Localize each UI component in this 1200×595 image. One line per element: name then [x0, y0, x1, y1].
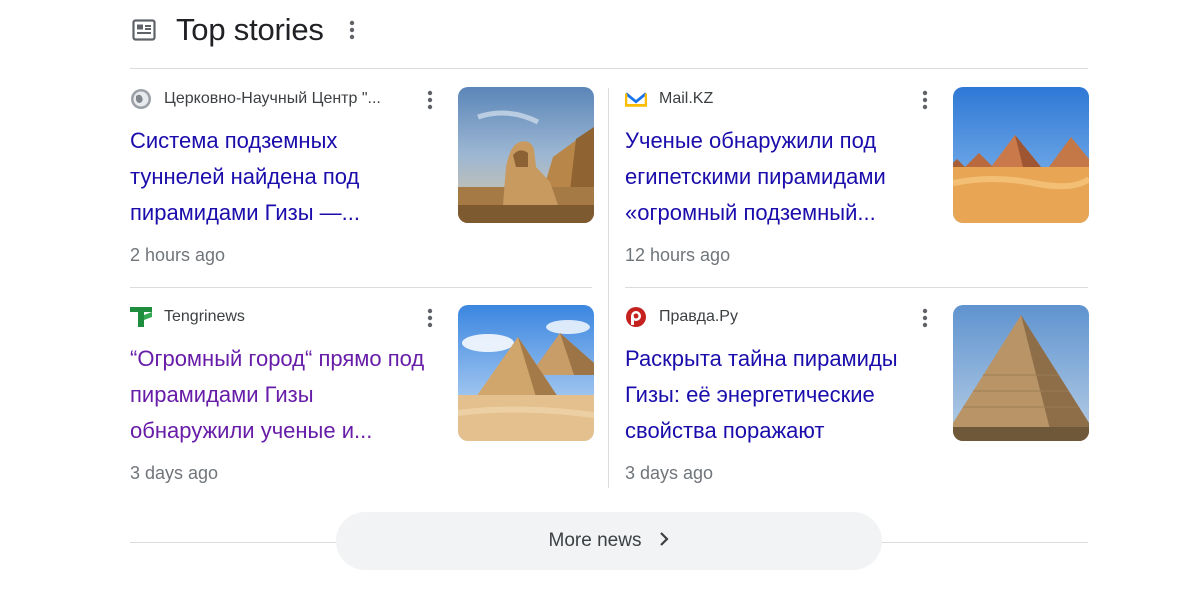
globe-icon — [130, 88, 152, 110]
story-time: 3 days ago — [130, 463, 219, 483]
story-source-row: Mail.KZ — [625, 87, 935, 111]
story-source: Tengrinews — [164, 308, 245, 325]
story-thumbnail[interactable] — [953, 305, 1089, 441]
story-headline[interactable]: Система подземных туннелей найдена под п… — [130, 123, 430, 231]
story-source-row: Церковно-Научный Центр "... — [130, 87, 440, 111]
newspaper-icon — [130, 16, 158, 44]
story-thumbnail[interactable] — [458, 305, 594, 441]
story-source: Mail.KZ — [659, 90, 714, 107]
divider — [130, 287, 592, 288]
story-time: 2 hours ago — [130, 245, 226, 265]
section-menu-icon[interactable] — [344, 19, 360, 41]
story-source-row: Правда.Ру — [625, 305, 935, 329]
story-card[interactable]: Mail.KZ Ученые обнаружили под египетским… — [625, 87, 1089, 287]
story-card[interactable]: Tengrinews “Огромный город“ прямо под пи… — [130, 305, 594, 505]
story-source: Правда.Ру — [659, 308, 738, 325]
divider — [130, 68, 1088, 69]
story-headline[interactable]: “Огромный город“ прямо под пирамидами Ги… — [130, 341, 430, 449]
story-source: Церковно-Научный Центр "... — [164, 90, 381, 107]
tengrinews-logo-icon — [130, 306, 152, 328]
divider — [625, 287, 1088, 288]
story-card[interactable]: Церковно-Научный Центр "... Система подз… — [130, 87, 594, 287]
story-menu-icon[interactable] — [917, 307, 933, 329]
chevron-right-icon — [659, 531, 670, 552]
story-headline[interactable]: Раскрыта тайна пирамиды Гизы: её энергет… — [625, 341, 925, 449]
story-time: 3 days ago — [625, 463, 714, 483]
story-card[interactable]: Правда.Ру Раскрыта тайна пирамиды Гизы: … — [625, 305, 1089, 505]
story-menu-icon[interactable] — [422, 307, 438, 329]
column-divider — [608, 88, 609, 488]
story-menu-icon[interactable] — [422, 89, 438, 111]
more-news-button[interactable]: More news — [336, 512, 882, 570]
story-thumbnail[interactable] — [458, 87, 594, 223]
pravda-logo-icon — [625, 306, 647, 328]
story-source-row: Tengrinews — [130, 305, 440, 329]
story-menu-icon[interactable] — [917, 89, 933, 111]
story-headline[interactable]: Ученые обнаружили под египетскими пирами… — [625, 123, 925, 231]
mail-icon — [625, 88, 647, 110]
top-stories-header: Top stories — [130, 10, 360, 50]
more-news-label: More news — [548, 530, 642, 551]
story-thumbnail[interactable] — [953, 87, 1089, 223]
story-time: 12 hours ago — [625, 245, 731, 265]
section-title: Top stories — [176, 12, 324, 47]
